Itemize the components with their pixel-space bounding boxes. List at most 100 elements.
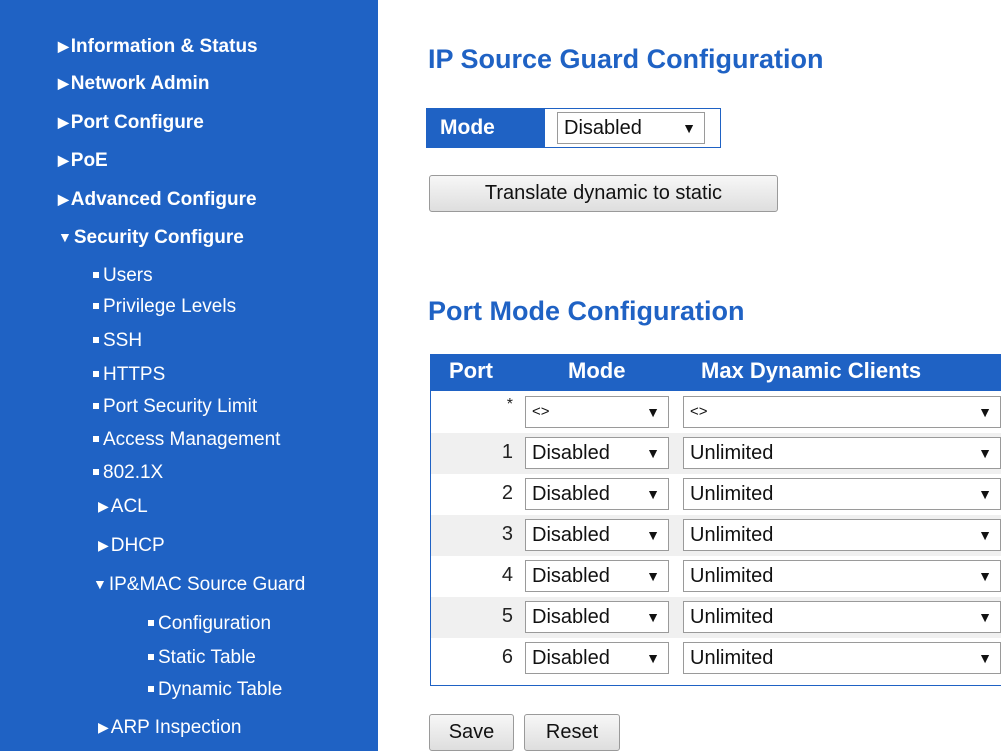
- max-dynamic-clients-value: Unlimited: [690, 442, 774, 464]
- dropdown-arrow-icon: ▼: [978, 527, 992, 543]
- port-mode-select[interactable]: Disabled ▼: [525, 560, 669, 592]
- port-number: 3: [501, 523, 513, 545]
- table-row: 1 Disabled ▼ Unlimited ▼: [431, 433, 1001, 474]
- arrow-right-icon: ▶: [58, 114, 69, 130]
- bullet-icon: [148, 620, 154, 626]
- nav-static-table[interactable]: Static Table: [148, 647, 256, 669]
- nav-ssh[interactable]: SSH: [93, 330, 142, 352]
- mode-select-value: Disabled: [564, 117, 642, 139]
- arrow-down-icon: ▼: [93, 576, 107, 592]
- port-mode-value: Disabled: [532, 483, 610, 505]
- bullet-icon: [93, 303, 99, 309]
- dropdown-arrow-icon: ▼: [646, 650, 660, 666]
- nav-https[interactable]: HTTPS: [93, 364, 165, 386]
- dropdown-arrow-icon: ▼: [646, 445, 660, 461]
- port-number: 4: [501, 564, 513, 586]
- dropdown-arrow-icon: ▼: [646, 486, 660, 502]
- port-mode-select[interactable]: Disabled ▼: [525, 601, 669, 633]
- sidebar-nav: ▶ Information & Status ▶ Network Admin ▶ Po…: [0, 0, 378, 751]
- nav-information-status[interactable]: ▶ Information & Status: [58, 36, 258, 58]
- table-row: * <> ▼ <> ▼: [431, 392, 1001, 433]
- nav-acl[interactable]: ▶ ACL: [98, 496, 148, 518]
- dropdown-arrow-icon: ▼: [646, 568, 660, 584]
- dropdown-arrow-icon: ▼: [978, 486, 992, 502]
- port-number: *: [506, 396, 513, 413]
- table-header: Port Mode Max Dynamic Clients: [431, 355, 1001, 391]
- max-dynamic-clients-select[interactable]: Unlimited ▼: [683, 478, 1001, 510]
- nav-port-configure[interactable]: ▶ Port Configure: [58, 112, 204, 134]
- max-dynamic-clients-select[interactable]: Unlimited ▼: [683, 642, 1001, 674]
- dropdown-arrow-icon: ▼: [978, 568, 992, 584]
- translate-dynamic-to-static-button[interactable]: Translate dynamic to static: [429, 175, 778, 212]
- nav-privilege-levels[interactable]: Privilege Levels: [93, 296, 236, 318]
- bullet-icon: [93, 337, 99, 343]
- arrow-right-icon: ▶: [58, 152, 69, 168]
- max-dynamic-clients-select[interactable]: Unlimited ▼: [683, 437, 1001, 469]
- max-dynamic-clients-value: Unlimited: [690, 606, 774, 628]
- port-mode-section-title: Port Mode Configuration: [428, 296, 745, 326]
- dropdown-arrow-icon: ▼: [978, 650, 992, 666]
- header-max-dynamic-clients: Max Dynamic Clients: [701, 358, 922, 383]
- port-mode-select[interactable]: <> ▼: [525, 396, 669, 428]
- port-mode-value: Disabled: [532, 524, 610, 546]
- port-mode-select[interactable]: Disabled ▼: [525, 642, 669, 674]
- port-mode-value: Disabled: [532, 647, 610, 669]
- bullet-icon: [93, 371, 99, 377]
- port-mode-select[interactable]: Disabled ▼: [525, 478, 669, 510]
- mode-control: Mode Disabled ▼: [426, 108, 721, 148]
- max-dynamic-clients-select[interactable]: <> ▼: [683, 396, 1001, 428]
- nav-users[interactable]: Users: [93, 265, 153, 287]
- max-dynamic-clients-select[interactable]: Unlimited ▼: [683, 519, 1001, 551]
- nav-advanced-configure[interactable]: ▶ Advanced Configure: [58, 189, 257, 211]
- nav-arp-inspection[interactable]: ▶ ARP Inspection: [98, 717, 241, 739]
- dropdown-arrow-icon: ▼: [978, 609, 992, 625]
- bullet-icon: [93, 403, 99, 409]
- max-dynamic-clients-value: Unlimited: [690, 524, 774, 546]
- page-title: IP Source Guard Configuration: [428, 44, 824, 74]
- header-port: Port: [449, 358, 493, 383]
- nav-network-admin[interactable]: ▶ Network Admin: [58, 73, 209, 95]
- arrow-right-icon: ▶: [58, 38, 69, 54]
- dropdown-arrow-icon: ▼: [682, 120, 696, 136]
- port-mode-select[interactable]: Disabled ▼: [525, 437, 669, 469]
- max-dynamic-clients-value: Unlimited: [690, 565, 774, 587]
- bullet-icon: [148, 686, 154, 692]
- arrow-right-icon: ▶: [98, 537, 109, 553]
- arrow-down-icon: ▼: [58, 229, 72, 245]
- nav-dhcp[interactable]: ▶ DHCP: [98, 535, 165, 557]
- arrow-right-icon: ▶: [98, 498, 109, 514]
- max-dynamic-clients-select[interactable]: Unlimited ▼: [683, 601, 1001, 633]
- bullet-icon: [93, 272, 99, 278]
- arrow-right-icon: ▶: [58, 191, 69, 207]
- arrow-right-icon: ▶: [98, 719, 109, 735]
- nav-security-configure[interactable]: ▼ Security Configure: [58, 227, 244, 249]
- bullet-icon: [93, 469, 99, 475]
- nav-configuration[interactable]: Configuration: [148, 613, 271, 635]
- nav-dynamic-table[interactable]: Dynamic Table: [148, 679, 282, 701]
- mode-select[interactable]: Disabled ▼: [557, 112, 705, 144]
- port-mode-table: Port Mode Max Dynamic Clients * <> ▼ <> ▼ 1 Di…: [430, 354, 1001, 686]
- dropdown-arrow-icon: ▼: [978, 445, 992, 461]
- nav-ip-mac-source-guard[interactable]: ▼ IP&MAC Source Guard: [93, 574, 305, 596]
- max-dynamic-clients-value: Unlimited: [690, 483, 774, 505]
- dropdown-arrow-icon: ▼: [646, 609, 660, 625]
- port-mode-value: Disabled: [532, 565, 610, 587]
- main-content: IP Source Guard Configuration Mode Disab…: [378, 0, 1001, 751]
- table-row: 5 Disabled ▼ Unlimited ▼: [431, 597, 1001, 638]
- port-mode-select[interactable]: Disabled ▼: [525, 519, 669, 551]
- max-dynamic-clients-value: Unlimited: [690, 647, 774, 669]
- nav-802-1x[interactable]: 802.1X: [93, 462, 163, 484]
- save-button[interactable]: Save: [429, 714, 514, 751]
- port-number: 5: [501, 605, 513, 627]
- port-mode-value: Disabled: [532, 606, 610, 628]
- max-dynamic-clients-select[interactable]: Unlimited ▼: [683, 560, 1001, 592]
- bullet-icon: [148, 654, 154, 660]
- max-dynamic-clients-value: <>: [690, 403, 708, 420]
- header-mode: Mode: [568, 358, 626, 383]
- dropdown-arrow-icon: ▼: [646, 404, 660, 420]
- nav-port-security-limit[interactable]: Port Security Limit: [93, 396, 257, 418]
- reset-button[interactable]: Reset: [524, 714, 620, 751]
- bullet-icon: [93, 436, 99, 442]
- nav-access-management[interactable]: Access Management: [93, 429, 280, 451]
- nav-poe[interactable]: ▶ PoE: [58, 150, 108, 172]
